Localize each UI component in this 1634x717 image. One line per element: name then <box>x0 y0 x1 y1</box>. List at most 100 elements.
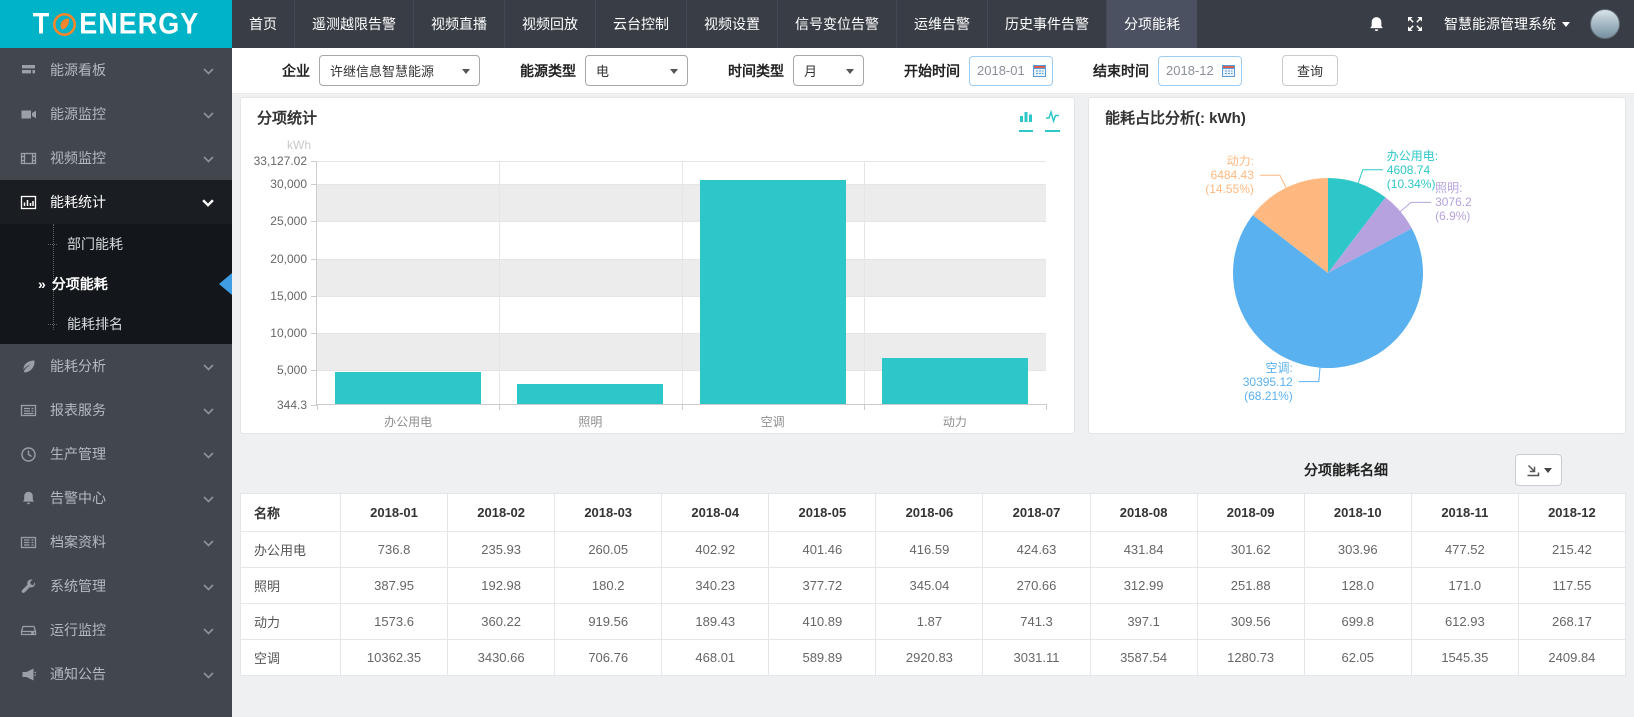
sidebar-item-video-monitoring[interactable]: 视频监控 <box>0 136 232 180</box>
y-axis-tick-label: 20,000 <box>270 252 307 266</box>
sidebar-item-alarm-center[interactable]: 告警中心 <box>0 476 232 520</box>
column-header: 2018-06 <box>876 494 983 532</box>
sidebar-item-label: 系统管理 <box>50 576 106 596</box>
query-button[interactable]: 查询 <box>1282 55 1338 86</box>
nav-item-video-playback[interactable]: 视频回放 <box>504 0 595 48</box>
sidebar-item-energy-monitoring[interactable]: 能源监控 <box>0 92 232 136</box>
nav-item-sub-item-energy[interactable]: 分项能耗 <box>1106 0 1197 48</box>
nav-item-ptz-control[interactable]: 云台控制 <box>595 0 686 48</box>
nav-item-video-settings[interactable]: 视频设置 <box>686 0 777 48</box>
y-axis-tick <box>311 259 317 260</box>
table-header-row: 分项能耗名细 <box>240 447 1626 493</box>
active-marker-icon: » <box>38 276 46 292</box>
grid-line-vertical <box>864 161 865 404</box>
company-select[interactable]: 许继信息智慧能源 <box>319 55 480 86</box>
y-axis-tick-label: 30,000 <box>270 177 307 191</box>
bar-2[interactable] <box>517 384 663 404</box>
bar-4[interactable] <box>882 358 1028 404</box>
value-cell: 180.2 <box>555 568 662 604</box>
start-time-input[interactable] <box>977 63 1029 78</box>
at-leaf-icon <box>52 12 77 37</box>
calendar-icon[interactable] <box>1033 64 1046 77</box>
value-cell: 340.23 <box>662 568 769 604</box>
time-type-select[interactable]: 月 <box>793 55 864 86</box>
sidebar-item-energy-ranking[interactable]: 能耗排名 <box>0 304 232 344</box>
nav-item-home[interactable]: 首页 <box>232 0 294 48</box>
pie-label-3: 空调:30395.12(68.21%) <box>1243 361 1293 403</box>
bar-3[interactable] <box>700 180 846 404</box>
grid-line-horizontal <box>317 296 1046 297</box>
pie-label-line <box>1260 175 1287 189</box>
energy-type-select[interactable]: 电 <box>585 55 688 86</box>
nav-item-video-live[interactable]: 视频直播 <box>413 0 504 48</box>
chevron-down-icon <box>1544 468 1552 477</box>
sidebar-item-energy-stats[interactable]: 能耗统计 <box>0 180 232 224</box>
value-cell: 10362.35 <box>341 640 448 676</box>
value-cell: 377.72 <box>769 568 876 604</box>
sidebar-item-sub-item-energy[interactable]: » 分项能耗 <box>0 264 232 304</box>
fullscreen-icon[interactable] <box>1406 15 1424 33</box>
nav-item-telemetry-limit-alarm[interactable]: 遥测越限告警 <box>294 0 413 48</box>
sidebar-item-label: 能源看板 <box>50 60 106 80</box>
row-name-cell: 照明 <box>241 568 341 604</box>
archive-icon <box>20 534 37 551</box>
bar-chart-toggle-icon[interactable] <box>1019 110 1033 132</box>
sidebar-item-report-service[interactable]: 报表服务 <box>0 388 232 432</box>
drive-icon <box>20 622 37 639</box>
y-axis-tick-label: 344.3 <box>277 398 307 412</box>
value-cell: 3031.11 <box>983 640 1090 676</box>
chevron-down-icon <box>203 490 214 506</box>
sidebar-item-runtime-monitoring[interactable]: 运行监控 <box>0 608 232 652</box>
chevron-down-icon <box>203 622 214 638</box>
clock-icon <box>20 446 37 463</box>
grid-line-horizontal <box>317 161 1046 162</box>
sidebar-item-label: 视频监控 <box>50 148 106 168</box>
sidebar-item-system-mgmt[interactable]: 系统管理 <box>0 564 232 608</box>
nav-item-ops-alarm[interactable]: 运维告警 <box>896 0 987 48</box>
sidebar-item-production-mgmt[interactable]: 生产管理 <box>0 432 232 476</box>
export-button[interactable] <box>1515 454 1562 486</box>
value-cell: 612.93 <box>1411 604 1518 640</box>
value-cell: 1545.35 <box>1411 640 1518 676</box>
avatar[interactable] <box>1590 9 1620 39</box>
value-cell: 301.62 <box>1197 532 1304 568</box>
chevron-down-icon <box>203 578 214 594</box>
chevron-down-icon <box>203 150 214 166</box>
value-cell: 1573.6 <box>341 604 448 640</box>
x-axis-tick <box>317 404 318 410</box>
nav-item-history-event-alarm[interactable]: 历史事件告警 <box>987 0 1106 48</box>
company-label: 企业 <box>282 61 310 81</box>
chevron-down-icon <box>202 194 214 210</box>
value-cell: 397.1 <box>1090 604 1197 640</box>
calendar-icon[interactable] <box>1222 64 1235 77</box>
value-cell: 303.96 <box>1304 532 1411 568</box>
bell-icon[interactable] <box>1367 15 1386 34</box>
table-title: 分项能耗名细 <box>1304 460 1388 480</box>
value-cell: 268.17 <box>1518 604 1625 640</box>
sidebar-item-dept-energy[interactable]: 部门能耗 <box>0 224 232 264</box>
sidebar-item-energy-dashboard[interactable]: 能源看板 <box>0 48 232 92</box>
value-cell: 706.76 <box>555 640 662 676</box>
system-menu[interactable]: 智慧能源管理系统 <box>1444 14 1570 34</box>
value-cell: 117.55 <box>1518 568 1625 604</box>
value-cell: 128.0 <box>1304 568 1411 604</box>
table-row: 办公用电736.8235.93260.05402.92401.46416.594… <box>241 532 1626 568</box>
end-time-input[interactable] <box>1166 63 1218 78</box>
value-cell: 312.99 <box>1090 568 1197 604</box>
y-axis-tick <box>311 221 317 222</box>
bar-1[interactable] <box>335 372 481 404</box>
value-cell: 919.56 <box>555 604 662 640</box>
y-axis-tick-label: 10,000 <box>270 326 307 340</box>
line-chart-toggle-icon[interactable] <box>1045 110 1060 132</box>
value-cell: 215.42 <box>1518 532 1625 568</box>
sidebar-item-label: 报表服务 <box>50 400 106 420</box>
pie-label-line <box>1299 367 1320 382</box>
sidebar-item-energy-analysis[interactable]: 能耗分析 <box>0 344 232 388</box>
nav-item-signal-change-alarm[interactable]: 信号变位告警 <box>777 0 896 48</box>
sidebar-item-notifications[interactable]: 通知公告 <box>0 652 232 696</box>
tree-connector <box>48 324 57 325</box>
sidebar-item-archives[interactable]: 档案资料 <box>0 520 232 564</box>
x-axis-tick <box>864 404 865 410</box>
x-axis-tick <box>499 404 500 410</box>
value-cell: 468.01 <box>662 640 769 676</box>
